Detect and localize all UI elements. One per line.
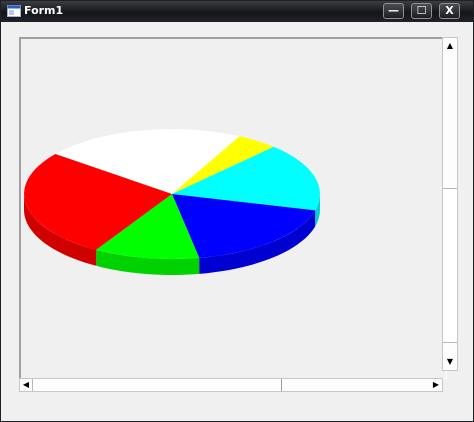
window-title: Form1 [24,4,64,17]
close-button[interactable]: X [439,3,460,19]
scroll-up-arrow-icon[interactable]: ▲ [443,39,457,53]
form1-window: Form1 — ☐ X ▲ ▼ ◀ ▶ [0,0,474,422]
scroll-left-arrow-icon[interactable]: ◀ [19,378,33,392]
pie-chart-picture-box [19,37,447,379]
form-client-area: ▲ ▼ ◀ ▶ [5,23,469,417]
horizontal-scroll-thumb[interactable] [32,379,282,391]
scroll-right-arrow-icon[interactable]: ▶ [429,378,443,392]
vertical-scrollbar[interactable]: ▲ ▼ [442,37,458,371]
horizontal-scrollbar[interactable]: ◀ ▶ [19,378,443,392]
minimize-button[interactable]: — [383,3,404,19]
pie-chart [24,129,320,275]
vertical-scroll-thumb[interactable] [443,188,457,343]
app-icon [7,5,21,17]
maximize-button[interactable]: ☐ [411,3,432,19]
scroll-down-arrow-icon[interactable]: ▼ [443,355,457,369]
title-bar[interactable]: Form1 — ☐ X [1,1,473,22]
